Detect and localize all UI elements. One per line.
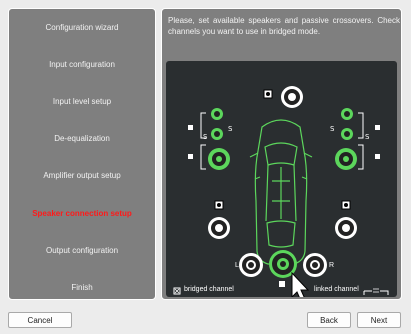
step-input-level-setup[interactable]: Input level setup xyxy=(9,97,155,106)
step-output-configuration[interactable]: Output configuration xyxy=(9,246,155,255)
svg-text:S: S xyxy=(365,133,370,141)
wizard-steps-panel: Configuration wizard Input configuration… xyxy=(8,8,156,300)
step-finish[interactable]: Finish xyxy=(9,283,155,292)
left-front-speaker-group[interactable]: S S xyxy=(188,108,233,170)
step-input-configuration[interactable]: Input configuration xyxy=(9,60,155,69)
instructions-text: Please, set available speakers and passi… xyxy=(168,16,400,36)
svg-text:S: S xyxy=(203,133,208,141)
next-button[interactable]: Next xyxy=(357,312,401,328)
step-amplifier-output-setup[interactable]: Amplifier output setup xyxy=(9,171,155,180)
top-center-speakers[interactable] xyxy=(263,86,303,108)
right-channel-label: R xyxy=(329,262,335,269)
left-channel-label: L xyxy=(235,262,239,269)
right-front-speaker-group[interactable]: S S xyxy=(330,108,380,170)
legend-bridged-label: bridged channel xyxy=(184,286,234,293)
right-rear-speakers[interactable] xyxy=(335,200,357,239)
main-panel: Please, set available speakers and passi… xyxy=(161,8,402,300)
svg-text:S: S xyxy=(330,125,335,133)
back-button[interactable]: Back xyxy=(307,312,351,328)
cancel-button[interactable]: Cancel xyxy=(8,312,72,328)
speaker-diagram-svg: S S S S xyxy=(173,86,389,297)
left-rear-speakers[interactable] xyxy=(208,200,230,239)
step-speaker-connection-setup[interactable]: Speaker connection setup xyxy=(9,209,155,218)
bottom-subwoofers[interactable] xyxy=(239,250,327,287)
mouse-cursor-icon xyxy=(291,271,310,297)
svg-text:S: S xyxy=(228,125,233,133)
step-configuration-wizard[interactable]: Configuration wizard xyxy=(9,23,155,32)
legend-linked-label: linked channel xyxy=(314,286,359,293)
car-outline-icon xyxy=(249,119,313,265)
speaker-diagram: S S S S L R bridged channel linked chann… xyxy=(166,61,397,297)
step-de-equalization[interactable]: De-equalization xyxy=(9,134,155,143)
